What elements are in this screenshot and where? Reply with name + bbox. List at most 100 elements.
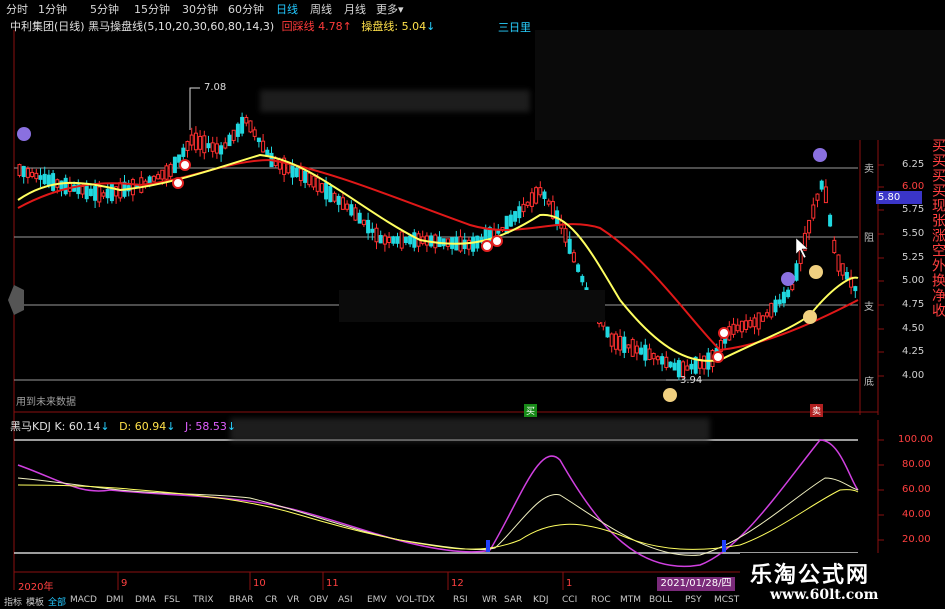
indicator-tab[interactable]: EMV bbox=[367, 595, 387, 605]
indicator-tab[interactable]: MACD bbox=[70, 595, 97, 605]
x-axis-label: 12 bbox=[451, 578, 464, 589]
candle-body bbox=[38, 175, 43, 180]
indicator-tab[interactable]: OBV bbox=[309, 595, 328, 605]
kdj-axis-label: 100.00 bbox=[898, 434, 933, 445]
candle-body bbox=[256, 137, 261, 143]
candle-body bbox=[160, 169, 165, 180]
candle-body bbox=[164, 165, 169, 180]
candle-body bbox=[189, 134, 194, 146]
indicator-tab[interactable]: TRIX bbox=[193, 595, 214, 605]
candle-body bbox=[655, 356, 660, 361]
candle-body bbox=[198, 135, 203, 150]
candle-body bbox=[437, 236, 442, 247]
candle-body bbox=[508, 214, 513, 227]
candle-body bbox=[626, 344, 631, 349]
future-data-note: 用到未来数据 bbox=[16, 397, 76, 408]
candle-body bbox=[307, 172, 312, 186]
indicator-tab[interactable]: WR bbox=[482, 595, 497, 605]
candle-body bbox=[311, 175, 316, 188]
right-label: 三日里 bbox=[498, 21, 531, 34]
indicator-tab[interactable]: DMI bbox=[106, 595, 123, 605]
candle-body bbox=[399, 231, 404, 249]
indicator-tab[interactable]: CR bbox=[265, 595, 278, 605]
indicator-tab[interactable]: MCST bbox=[714, 595, 739, 605]
candle-body bbox=[613, 333, 618, 350]
candle-body bbox=[290, 163, 295, 178]
candle-body bbox=[88, 188, 93, 197]
chart-title-bar: 中利集团(日线) 黑马操盘线(5,10,20,30,60,80,14,3) 回踩… bbox=[10, 18, 435, 34]
indicator-tab[interactable]: ASI bbox=[338, 595, 353, 605]
candle-body bbox=[219, 145, 224, 155]
candle-body bbox=[336, 195, 341, 205]
candle-body bbox=[672, 362, 677, 371]
candle-body bbox=[177, 154, 182, 163]
indicator-tab[interactable]: SAR bbox=[504, 595, 522, 605]
indicator-tab[interactable]: RSI bbox=[453, 595, 468, 605]
kdj-j-value: J: 58.53 bbox=[184, 420, 227, 433]
red-line-label: 回踩线 bbox=[281, 20, 315, 33]
indicator-tab[interactable]: BOLL bbox=[649, 595, 672, 605]
kdj-name: 黑马KDJ bbox=[10, 420, 51, 433]
candle-body bbox=[17, 164, 22, 176]
candle-body bbox=[378, 235, 383, 244]
x-axis-label: 1 bbox=[566, 578, 573, 589]
candle-body bbox=[807, 219, 812, 234]
candle-body bbox=[819, 180, 824, 190]
candle-body bbox=[227, 134, 232, 147]
candle-body bbox=[609, 333, 614, 347]
candle-body bbox=[252, 129, 257, 137]
indicator-tab[interactable]: CCI bbox=[562, 595, 577, 605]
indicator-tab[interactable]: 指标 bbox=[4, 595, 22, 608]
arrow-down-icon: ↓ bbox=[426, 20, 436, 33]
candlestick-series bbox=[17, 112, 858, 381]
arrow-down-icon: ↓ bbox=[226, 420, 237, 433]
indicator-tab[interactable]: MTM bbox=[620, 595, 641, 605]
indicator-tab[interactable]: VOL-TDX bbox=[396, 595, 435, 605]
candle-body bbox=[185, 141, 190, 151]
indicator-tab[interactable]: FSL bbox=[164, 595, 180, 605]
indicator-tab[interactable]: ROC bbox=[591, 595, 611, 605]
kdj-axis-label: 80.00 bbox=[902, 459, 931, 470]
kdj-j-line bbox=[17, 439, 859, 568]
buy-tag: 买 bbox=[524, 404, 538, 417]
candle-body bbox=[387, 236, 392, 244]
indicator-tab-bar: 指标 模板 全部 MACD DMI DMA FSL TRIX BRAR CR VR OBV ASI EMV… bbox=[0, 594, 739, 609]
candle-body bbox=[109, 183, 114, 202]
candle-body bbox=[525, 201, 530, 206]
candle-body bbox=[172, 156, 177, 174]
candle-body bbox=[844, 272, 849, 280]
indicator-tab[interactable]: 全部 bbox=[48, 595, 66, 608]
indicator-tab[interactable]: DMA bbox=[135, 595, 156, 605]
x-axis-label: 9 bbox=[121, 578, 128, 589]
indicator-tab[interactable]: VR bbox=[287, 595, 299, 605]
candle-body bbox=[542, 191, 547, 199]
candle-body bbox=[836, 254, 841, 272]
candle-body bbox=[303, 170, 308, 183]
candle-body bbox=[664, 356, 669, 369]
candle-body bbox=[576, 264, 581, 272]
candle-body bbox=[340, 197, 345, 210]
candle-body bbox=[786, 289, 791, 298]
candle-body bbox=[223, 142, 228, 149]
indicator-tab[interactable]: KDJ bbox=[533, 595, 549, 605]
indicator-tab[interactable]: PSY bbox=[685, 595, 702, 605]
candle-body bbox=[294, 168, 299, 178]
indicator-tab[interactable]: 模板 bbox=[26, 595, 44, 608]
candle-body bbox=[156, 174, 161, 180]
candle-body bbox=[811, 204, 816, 219]
candle-body bbox=[815, 193, 820, 201]
info-panel bbox=[535, 30, 945, 140]
price-axis-label: 4.75 bbox=[902, 299, 925, 310]
low-price-label: 3.94 bbox=[680, 375, 703, 386]
candle-body bbox=[773, 299, 778, 313]
candle-body bbox=[765, 312, 770, 317]
candle-body bbox=[382, 235, 387, 245]
level-resist-label: 阻 bbox=[864, 233, 874, 244]
indicator-tab[interactable]: BRAR bbox=[229, 595, 253, 605]
level-bottom-label: 底 bbox=[864, 377, 874, 388]
candle-body bbox=[328, 186, 333, 203]
candle-body bbox=[206, 143, 211, 149]
candle-body bbox=[349, 204, 354, 216]
x-axis-label: 11 bbox=[326, 578, 339, 589]
candle-body bbox=[248, 120, 253, 133]
